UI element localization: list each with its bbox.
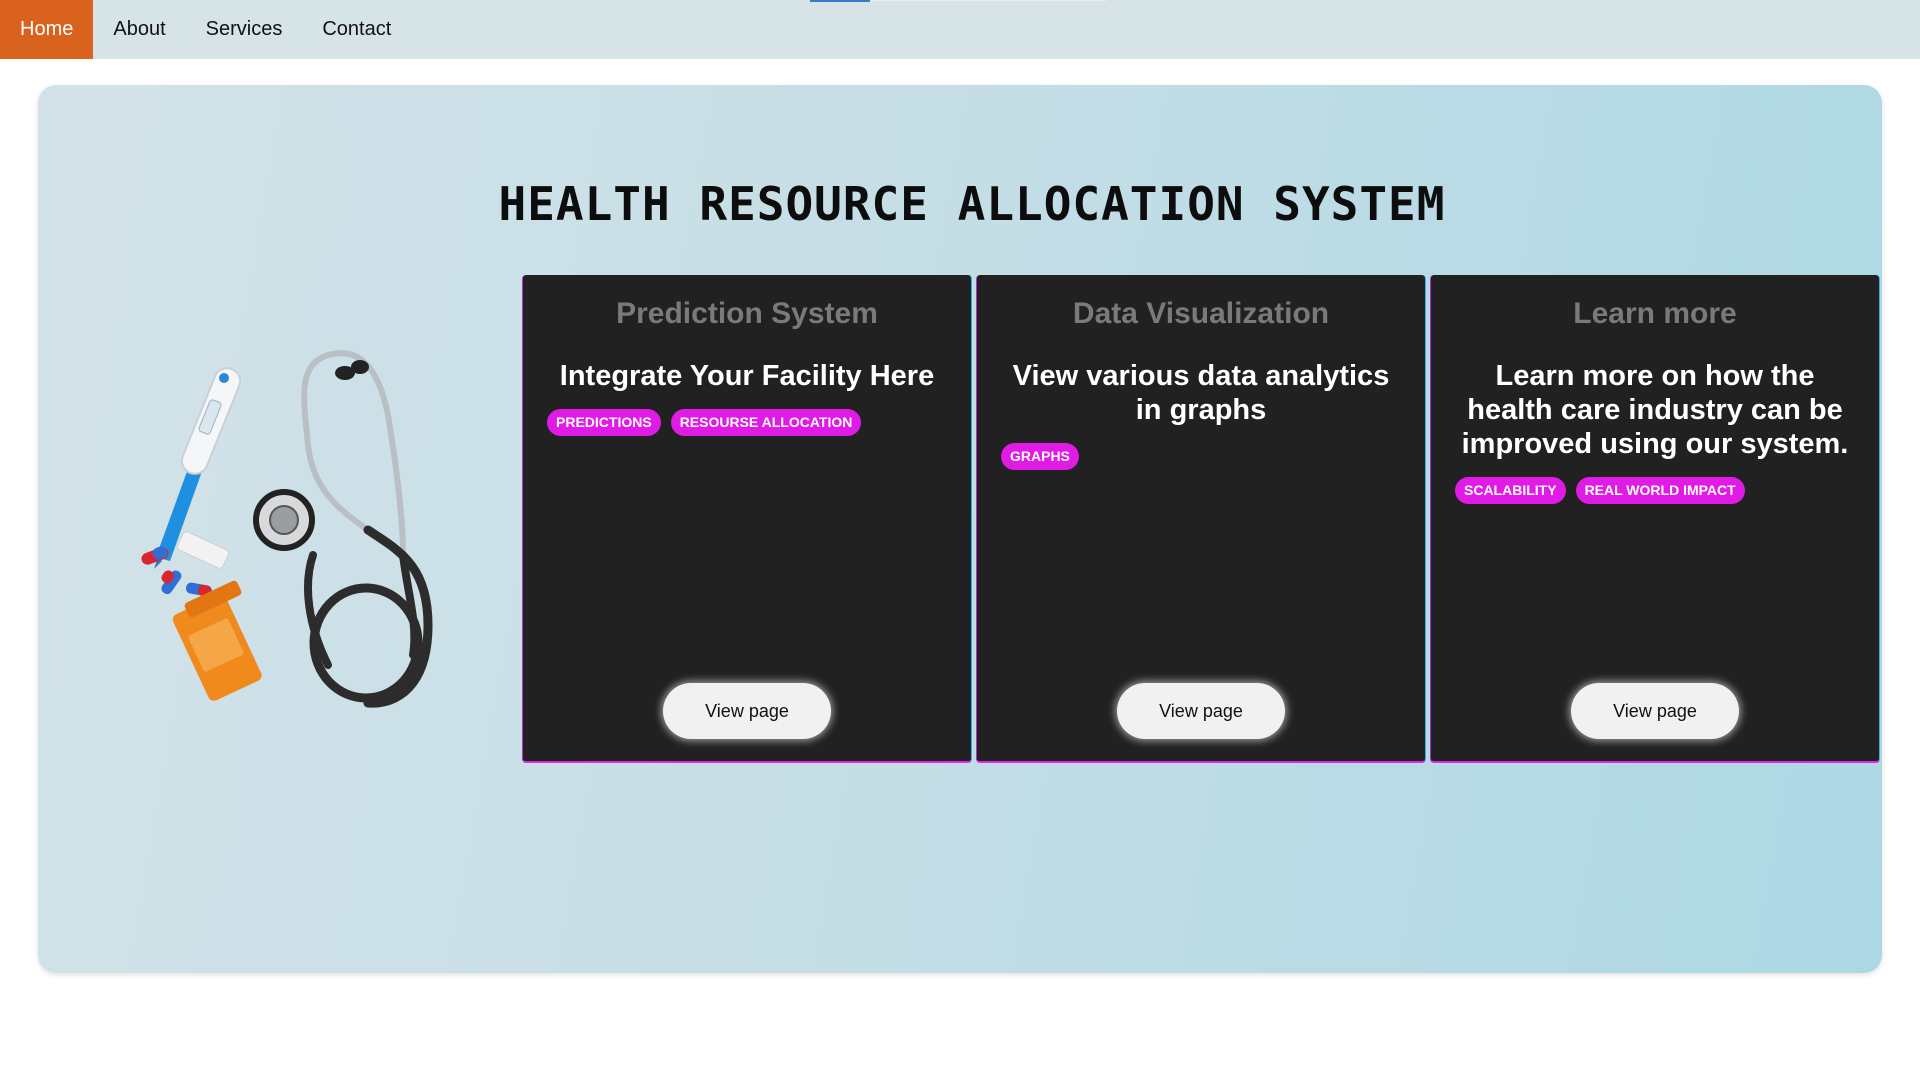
nav-contact-link[interactable]: Contact — [302, 0, 411, 59]
tag-predictions: PREDICTIONS — [547, 409, 661, 436]
card-learn-more: Learn more Learn more on how the health … — [1430, 275, 1880, 763]
tag-real-world-impact: REAL WORLD IMPACT — [1575, 477, 1745, 504]
stethoscope-icon — [253, 350, 433, 708]
scroll-track — [870, 0, 1106, 1]
hero-panel: HEALTH RESOURCE ALLOCATION SYSTEM Predic… — [38, 85, 1882, 973]
card-title: Data Visualization — [1072, 297, 1330, 330]
scroll-indicator — [810, 0, 870, 2]
nav-services-link[interactable]: Services — [186, 0, 303, 59]
tag-list: PREDICTIONS RESOURSE ALLOCATION — [547, 409, 947, 436]
view-page-button[interactable]: View page — [1117, 683, 1285, 739]
medical-tools-illustration — [141, 350, 433, 708]
tag-list: GRAPHS — [1001, 443, 1401, 470]
pills-icon — [141, 531, 230, 597]
card-title: Prediction System — [616, 297, 878, 330]
nav-home-link[interactable]: Home — [0, 0, 94, 59]
view-page-button[interactable]: View page — [663, 683, 831, 739]
tag-list: SCALABILITY REAL WORLD IMPACT — [1455, 477, 1855, 504]
top-navigation: Home About Services Contact — [0, 0, 1920, 59]
feature-cards: Prediction System Integrate Your Facilit… — [522, 275, 1880, 763]
card-data-visualization: Data Visualization View various data ana… — [976, 275, 1426, 763]
tag-scalability: SCALABILITY — [1455, 477, 1566, 504]
tag-resourse-allocation: RESOURSE ALLOCATION — [670, 409, 862, 436]
view-page-button[interactable]: View page — [1571, 683, 1739, 739]
card-prediction-system: Prediction System Integrate Your Facilit… — [522, 275, 972, 763]
card-title: Learn more — [1573, 297, 1737, 330]
card-heading: View various data analytics in graphs — [1012, 360, 1390, 426]
tag-graphs: GRAPHS — [1001, 443, 1079, 470]
card-heading: Learn more on how the health care indust… — [1461, 360, 1849, 460]
nav-about-link[interactable]: About — [93, 0, 185, 59]
page-title: HEALTH RESOURCE ALLOCATION SYSTEM — [498, 177, 1446, 231]
pill-bottle-icon — [172, 580, 262, 701]
card-heading: Integrate Your Facility Here — [559, 360, 935, 392]
